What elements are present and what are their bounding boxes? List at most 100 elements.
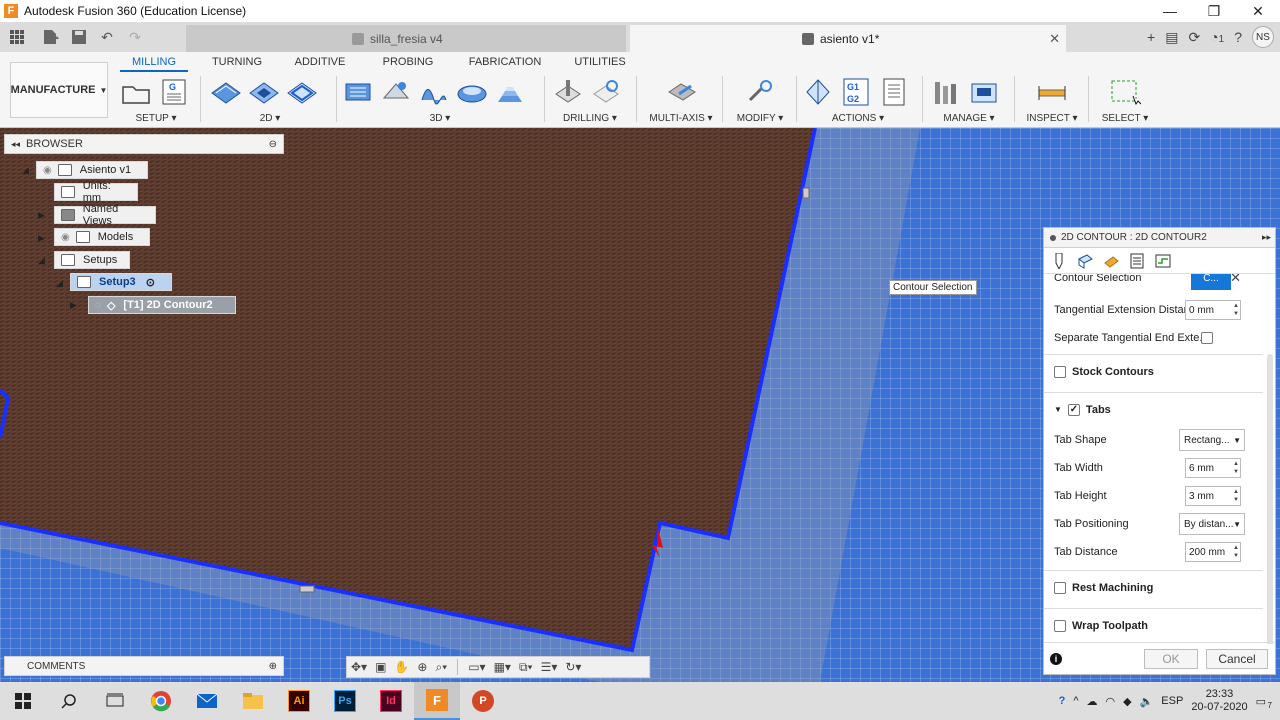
heights-tab-icon[interactable] [1102, 252, 1120, 270]
wifi-icon[interactable]: ◠ [1106, 695, 1116, 708]
drilling-menu[interactable]: DRILLING ▾ [552, 113, 628, 124]
save-icon[interactable] [68, 26, 90, 48]
tree-item-units[interactable]: Units: mm [54, 180, 138, 204]
visibility-eye-icon[interactable]: ◉ [43, 165, 52, 176]
tab-shape-select[interactable]: Rectang... ▼ [1179, 429, 1245, 451]
2d-contour-icon[interactable] [286, 77, 318, 107]
tab-utilities[interactable]: UTILITIES [552, 54, 648, 72]
tangential-extension-field[interactable]: 0 mm ▲ ▼ [1185, 300, 1241, 320]
tree-toggle-setup3[interactable]: ◢ [56, 278, 63, 289]
viewports-icon[interactable]: ⧉▾ [519, 660, 533, 675]
drill-icon[interactable] [552, 77, 584, 107]
redo-icon[interactable]: ↷ [124, 26, 146, 48]
clear-selection-icon[interactable]: ✕ [1230, 274, 1241, 286]
visibility-eye-icon[interactable]: ◌ [95, 300, 101, 311]
orbit-icon[interactable]: ✥▾ [351, 660, 367, 674]
undo-icon[interactable]: ↶ [96, 26, 118, 48]
3d-contour-icon[interactable] [494, 77, 526, 107]
tab-turning[interactable]: TURNING [192, 54, 282, 72]
tree-item-setup3[interactable]: Setup3 ⊙ [70, 273, 172, 291]
3d-scallop-icon[interactable] [456, 77, 488, 107]
workspace-switcher[interactable]: MANUFACTURE ▼ [10, 62, 108, 118]
file-explorer-icon[interactable] [230, 682, 276, 720]
3d-parallel-icon[interactable] [418, 77, 450, 107]
ok-button[interactable]: OK [1144, 648, 1198, 669]
visibility-eye-icon[interactable]: ◉ [61, 232, 70, 243]
show-hidden-icons-icon[interactable]: ^ [1073, 695, 1078, 707]
collapse-browser-icon[interactable]: ◂◂ [11, 139, 20, 150]
cancel-button[interactable]: Cancel [1206, 648, 1268, 669]
dialog-title-bar[interactable]: 2D CONTOUR : 2D CONTOUR2 ▸▸ [1044, 228, 1275, 248]
minimize-button[interactable]: — [1148, 0, 1192, 22]
fit-icon[interactable]: ⌕▾ [435, 660, 447, 675]
info-icon[interactable]: i [1050, 652, 1062, 665]
search-icon[interactable] [46, 682, 92, 720]
separate-tangential-checkbox[interactable] [1201, 332, 1213, 344]
app-grid-icon[interactable] [6, 26, 28, 48]
help-icon[interactable]: ? [1234, 29, 1242, 45]
comments-panel[interactable]: COMMENTS ⊕ [4, 656, 284, 676]
3d-adaptive-icon[interactable] [342, 77, 374, 107]
grid-settings-icon[interactable]: ▦▾ [494, 660, 511, 674]
close-tab-icon[interactable]: ✕ [1049, 31, 1060, 47]
modify-icon[interactable] [744, 77, 776, 107]
task-view-icon[interactable] [92, 682, 138, 720]
tree-toggle-models[interactable]: ▶ [38, 233, 45, 244]
tool-tab-icon[interactable] [1050, 252, 1068, 270]
tab-milling[interactable]: MILLING [120, 54, 188, 72]
expand-dialog-icon[interactable]: ▸▸ [1262, 232, 1271, 243]
tree-item-setups[interactable]: Setups [54, 251, 130, 269]
tab-fabrication[interactable]: FABRICATION [458, 54, 552, 72]
illustrator-icon[interactable]: Ai [276, 682, 322, 720]
modify-menu[interactable]: MODIFY ▾ [730, 113, 790, 124]
zoom-icon[interactable]: ⊕ [417, 660, 427, 674]
file-menu-icon[interactable] [40, 26, 62, 48]
tree-toggle-contour[interactable]: ▶ [70, 300, 77, 311]
3d-pocket-icon[interactable] [380, 77, 412, 107]
tab-probing[interactable]: PROBING [358, 54, 458, 72]
stock-contours-checkbox[interactable] [1054, 365, 1066, 378]
tree-toggle-setups[interactable]: ◢ [38, 255, 45, 266]
setup-menu[interactable]: SETUP ▾ [120, 113, 192, 124]
tree-item-models[interactable]: ◉ Models [54, 228, 150, 246]
hole-recognition-icon[interactable] [590, 77, 622, 107]
browser-panel-header[interactable]: ◂◂ BROWSER ⊖ [4, 134, 284, 154]
dialog-scrollbar[interactable] [1267, 354, 1273, 644]
linking-tab-icon[interactable] [1154, 252, 1172, 270]
select-menu[interactable]: SELECT ▾ [1096, 113, 1154, 124]
contour-selection-button[interactable]: C... [1191, 274, 1231, 290]
powerpoint-icon[interactable]: P [460, 682, 506, 720]
active-setup-icon[interactable]: ⊙ [146, 276, 155, 289]
tab-width-field[interactable]: 6 mm ▲ ▼ [1185, 458, 1241, 478]
indesign-icon[interactable]: Id [368, 682, 414, 720]
browser-options-icon[interactable]: ⊖ [269, 139, 277, 150]
window-select-icon[interactable] [1109, 77, 1141, 107]
language-indicator[interactable]: ESP [1161, 695, 1183, 707]
wrap-toolpath-section[interactable]: Wrap Toolpath [1044, 608, 1263, 642]
volume-icon[interactable]: 🔈 [1140, 695, 1154, 708]
notifications-icon[interactable]: ▭ 7 [1256, 695, 1272, 710]
inspect-menu[interactable]: INSPECT ▾ [1022, 113, 1082, 124]
cloud-icon[interactable]: ☁ [1087, 695, 1098, 708]
tree-item-named-views[interactable]: Named Views [54, 203, 156, 227]
rest-machining-section[interactable]: Rest Machining [1044, 570, 1263, 604]
2d-adaptive-icon[interactable] [210, 77, 242, 107]
3d-menu[interactable]: 3D ▾ [342, 113, 538, 124]
tabs-checkbox[interactable]: ✓ [1067, 403, 1080, 416]
dropbox-icon[interactable]: ◆ [1123, 695, 1131, 708]
close-window-button[interactable]: ✕ [1236, 0, 1280, 22]
measure-icon[interactable] [1036, 77, 1068, 107]
tree-item-asiento[interactable]: ◉ Asiento v1 [36, 161, 148, 179]
post-process-icon[interactable]: G1 G2 [840, 77, 872, 107]
setup-icon[interactable] [120, 77, 152, 107]
photoshop-icon[interactable]: Ps [322, 682, 368, 720]
rest-machining-checkbox[interactable] [1054, 581, 1066, 594]
add-comment-icon[interactable]: ⊕ [269, 661, 277, 672]
maximize-button[interactable]: ❐ [1192, 0, 1236, 22]
look-at-icon[interactable]: ▣ [375, 660, 386, 674]
multi-axis-menu[interactable]: MULTI-AXIS ▾ [646, 113, 716, 124]
tab-positioning-select[interactable]: By distan... ▼ [1179, 513, 1245, 535]
start-button[interactable] [0, 682, 46, 720]
comments-icon[interactable]: ▤ [1165, 29, 1178, 46]
clock[interactable]: 23:33 20-07-2020 [1191, 688, 1247, 714]
